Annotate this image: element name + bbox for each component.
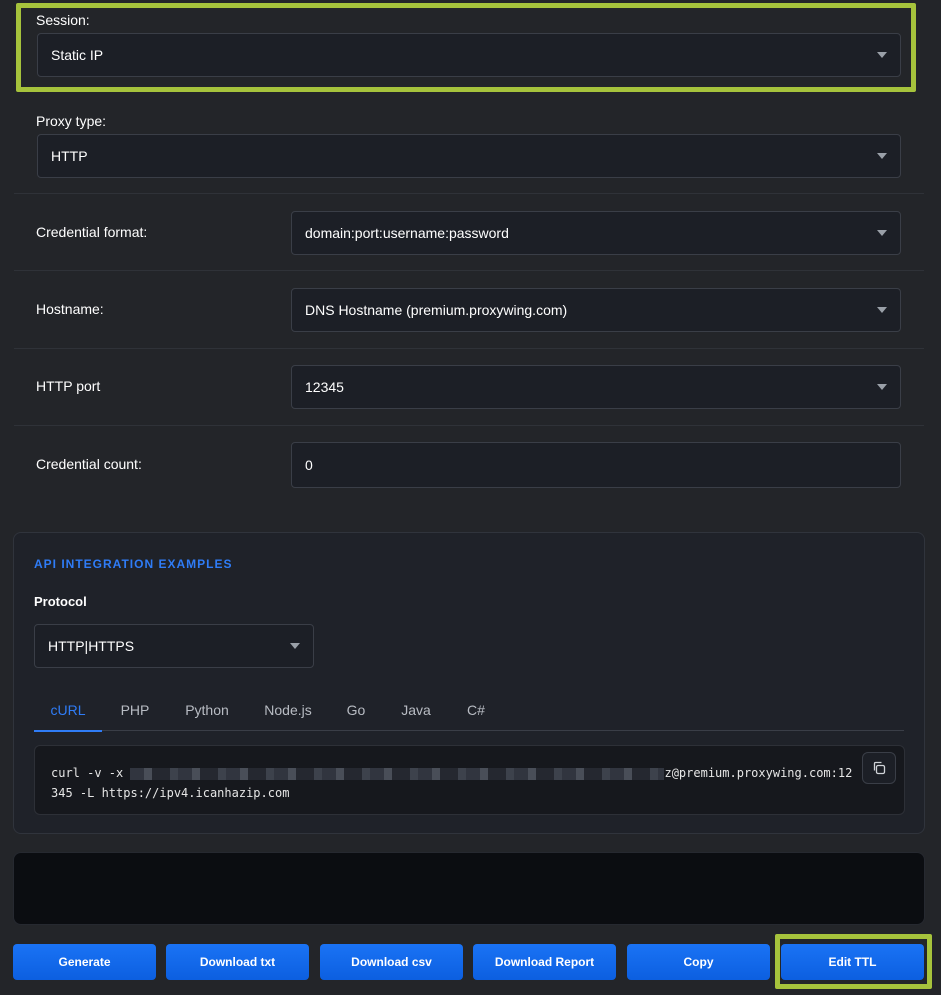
language-tabs: cURL PHP Python Node.js Go Java C#	[34, 689, 904, 732]
credential-format-label: Credential format:	[36, 224, 148, 240]
download-txt-button[interactable]: Download txt	[166, 944, 309, 980]
code-suffix: z@premium.proxywing.com:12	[664, 766, 853, 780]
protocol-select[interactable]: HTTP|HTTPS	[34, 624, 314, 668]
redacted-credentials	[130, 767, 665, 780]
tab-java[interactable]: Java	[392, 689, 440, 731]
hostname-value: DNS Hostname (premium.proxywing.com)	[305, 302, 568, 318]
copy-code-button[interactable]	[862, 752, 896, 784]
copy-icon	[873, 761, 886, 775]
download-csv-button[interactable]: Download csv	[320, 944, 463, 980]
api-title: API INTEGRATION EXAMPLES	[34, 557, 233, 571]
divider	[14, 270, 924, 271]
code-line-2: 345 -L https://ipv4.icanhazip.com	[51, 786, 290, 800]
tab-python[interactable]: Python	[176, 689, 238, 731]
divider	[14, 193, 924, 194]
generate-button[interactable]: Generate	[13, 944, 156, 980]
http-port-label: HTTP port	[36, 378, 101, 394]
code-prefix: curl -v -x	[51, 766, 131, 780]
tab-curl[interactable]: cURL	[34, 689, 102, 732]
http-port-value: 12345	[305, 379, 344, 395]
edit-ttl-button[interactable]: Edit TTL	[781, 944, 924, 980]
chevron-down-icon	[877, 52, 887, 58]
hostname-select[interactable]: DNS Hostname (premium.proxywing.com)	[291, 288, 901, 332]
hostname-label: Hostname:	[36, 301, 104, 317]
proxy-type-value: HTTP	[51, 148, 88, 164]
api-integration-panel: API INTEGRATION EXAMPLES Protocol HTTP|H…	[13, 532, 925, 834]
output-console	[13, 852, 925, 925]
credential-count-input[interactable]: 0	[291, 442, 901, 488]
credential-count-label: Credential count:	[36, 456, 142, 472]
credential-format-value: domain:port:username:password	[305, 225, 509, 241]
credential-format-select[interactable]: domain:port:username:password	[291, 211, 901, 255]
copy-button[interactable]: Copy	[627, 944, 770, 980]
proxy-type-label: Proxy type:	[36, 113, 107, 129]
session-label: Session:	[36, 12, 90, 28]
session-select[interactable]: Static IP	[37, 33, 901, 77]
divider	[14, 348, 924, 349]
protocol-value: HTTP|HTTPS	[48, 638, 135, 654]
protocol-label: Protocol	[34, 594, 87, 609]
chevron-down-icon	[877, 230, 887, 236]
download-report-button[interactable]: Download Report	[473, 944, 616, 980]
chevron-down-icon	[290, 643, 300, 649]
chevron-down-icon	[877, 153, 887, 159]
code-text: curl -v -x z@premium.proxywing.com:12 34…	[51, 763, 853, 803]
chevron-down-icon	[877, 384, 887, 390]
tab-csharp[interactable]: C#	[458, 689, 494, 731]
tab-go[interactable]: Go	[338, 689, 374, 731]
tab-php[interactable]: PHP	[112, 689, 158, 731]
credential-count-value: 0	[305, 457, 313, 473]
http-port-select[interactable]: 12345	[291, 365, 901, 409]
chevron-down-icon	[877, 307, 887, 313]
divider	[14, 425, 924, 426]
tab-nodejs[interactable]: Node.js	[256, 689, 320, 731]
proxy-type-select[interactable]: HTTP	[37, 134, 901, 178]
session-value: Static IP	[51, 47, 104, 63]
code-snippet: curl -v -x z@premium.proxywing.com:12 34…	[34, 745, 905, 815]
